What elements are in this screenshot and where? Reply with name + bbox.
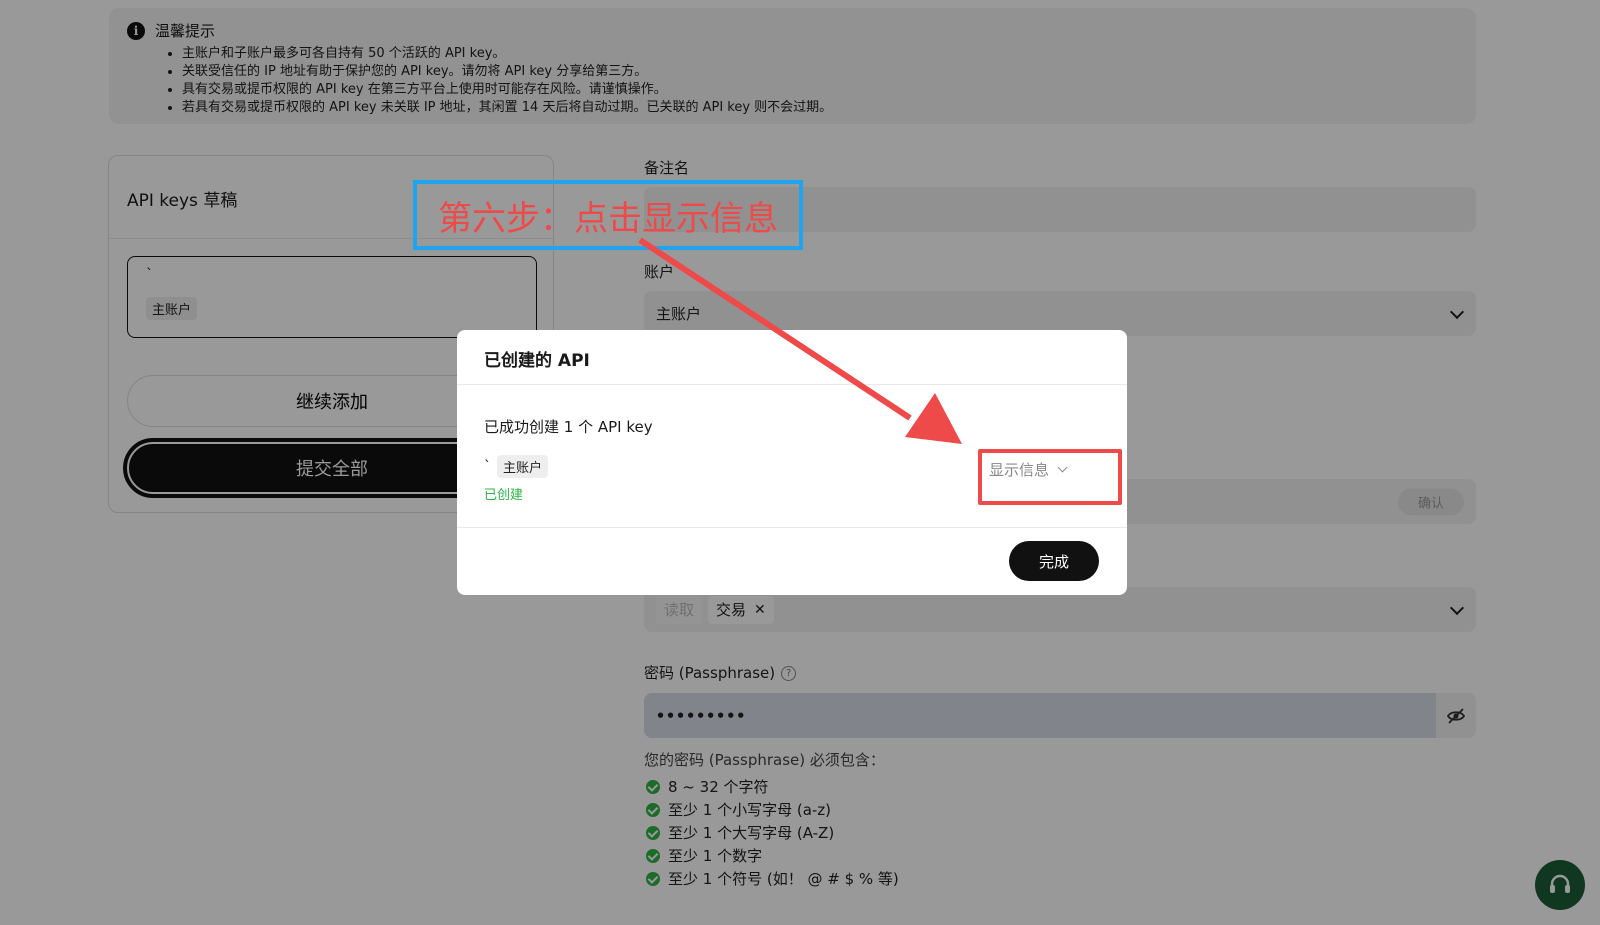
modal-message: 已成功创建 1 个 API key [484, 418, 653, 436]
account-tag: 主账户 [497, 455, 549, 478]
divider [457, 527, 1127, 528]
modal-title: 已创建的 API [484, 351, 590, 371]
annotation-highlight-box [978, 449, 1122, 505]
created-key-row: ` 主账户 [484, 455, 549, 478]
created-key-name: ` [484, 458, 491, 475]
divider [457, 384, 1127, 385]
annotation-step-label: 第六步：点击显示信息 [413, 180, 803, 250]
status-text: 已创建 [484, 488, 524, 503]
done-button[interactable]: 完成 [1009, 541, 1099, 581]
